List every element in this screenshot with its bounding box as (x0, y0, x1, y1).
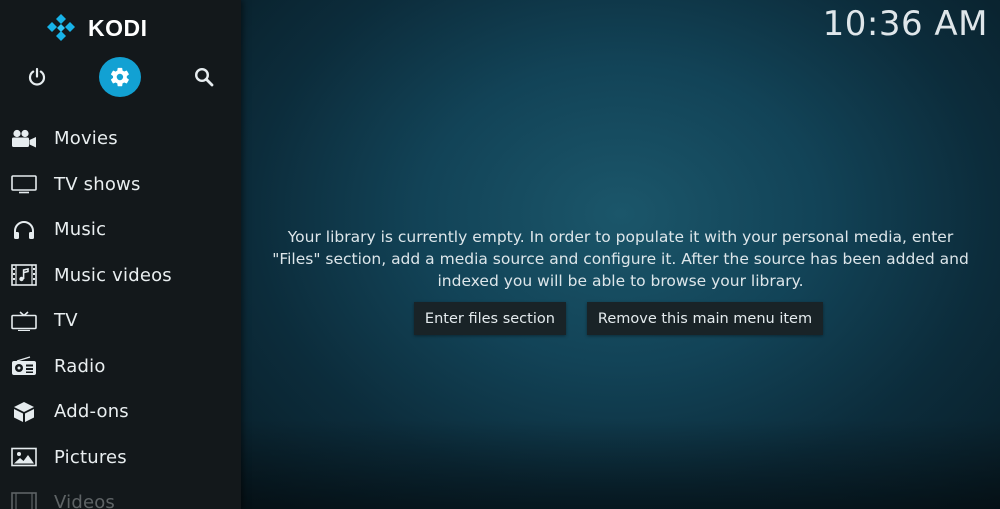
message-line: Your library is currently empty. In orde… (287, 228, 954, 246)
radio-icon (10, 355, 37, 377)
search-button[interactable] (183, 57, 225, 97)
message-line: "Files" section, add a media source and … (272, 250, 969, 268)
picture-icon (10, 446, 37, 468)
sidebar-item-label: Music (54, 219, 107, 241)
empty-library-message: Your library is currently empty. In orde… (241, 226, 1000, 292)
sidebar-item-label: Videos (54, 492, 116, 509)
headphones-icon (10, 219, 37, 241)
sidebar-item-pictures[interactable]: Pictures (0, 435, 241, 481)
kodi-logo: KODI (46, 12, 148, 44)
sidebar-item-movies[interactable]: Movies (0, 116, 241, 162)
sidebar-item-tv[interactable]: TV (0, 298, 241, 344)
film-icon (10, 491, 37, 509)
remove-menu-item-button[interactable]: Remove this main menu item (586, 302, 824, 335)
sidebar-item-music-videos[interactable]: Music videos (0, 253, 241, 299)
sidebar-item-videos[interactable]: Videos (0, 480, 241, 509)
sidebar-item-label: Music videos (54, 264, 172, 286)
sidebar-item-tv-shows[interactable]: TV shows (0, 162, 241, 208)
sidebar-item-music[interactable]: Music (0, 207, 241, 253)
clock: 10:36 AM (822, 4, 988, 44)
monitor-icon (10, 173, 37, 195)
box-icon (10, 401, 37, 423)
sidebar-item-label: Radio (54, 355, 106, 377)
settings-button[interactable] (99, 57, 141, 97)
sidebar-item-radio[interactable]: Radio (0, 344, 241, 390)
settings-highlight (99, 57, 141, 97)
sidebar-item-add-ons[interactable]: Add-ons (0, 389, 241, 435)
sidebar-item-label: TV (54, 310, 78, 332)
sidebar-item-label: Movies (54, 128, 118, 150)
gear-icon (110, 67, 129, 87)
enter-files-section-button[interactable]: Enter files section (413, 302, 566, 335)
film-music-icon (10, 264, 37, 287)
kodi-logo-icon (47, 14, 75, 41)
main-menu: Movies TV shows Music Music videos TV Ra… (0, 116, 241, 509)
sidebar-item-label: Add-ons (54, 401, 129, 423)
app-name: KODI (88, 14, 148, 41)
message-line: indexed you will be able to browse your … (437, 272, 804, 290)
search-icon (194, 67, 214, 87)
top-buttons (0, 57, 241, 97)
sidebar-item-label: TV shows (54, 173, 141, 195)
library-actions: Enter files section Remove this main men… (241, 302, 1000, 335)
sidebar: KODI Movies TV shows Music Music videos … (0, 0, 241, 509)
sidebar-item-label: Pictures (54, 446, 127, 468)
power-icon (28, 67, 46, 86)
power-button[interactable] (16, 57, 58, 97)
movie-camera-icon (10, 128, 37, 150)
kodi-app: KODI Movies TV shows Music Music videos … (0, 0, 1000, 509)
tv-icon (10, 310, 37, 332)
